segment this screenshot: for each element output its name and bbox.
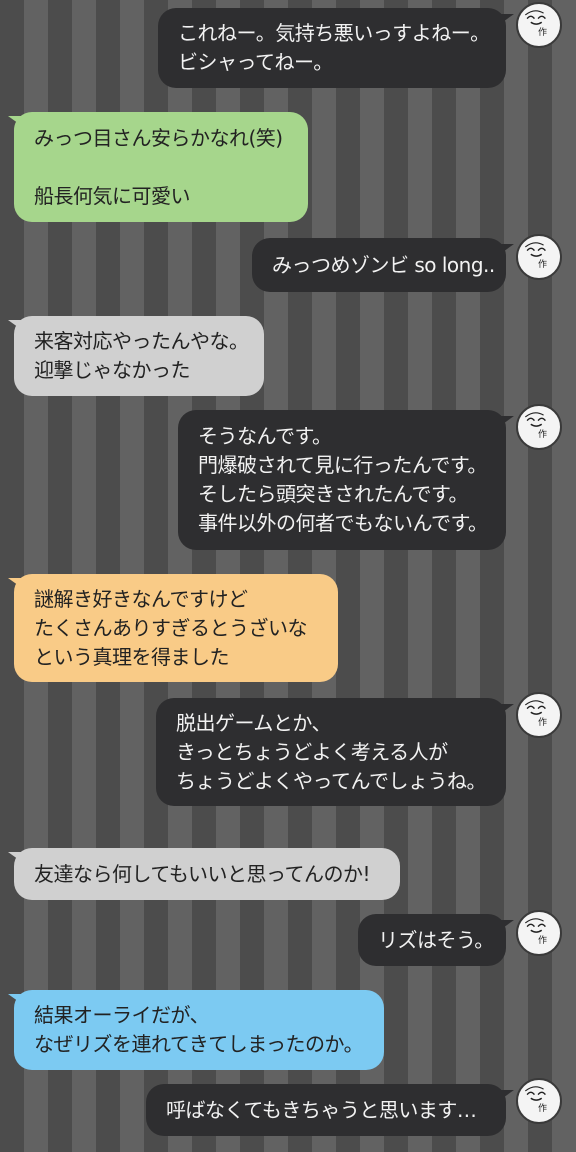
message-line: たくさんありすぎるとうざいな — [34, 615, 308, 640]
avatar[interactable]: 作 — [516, 1078, 562, 1124]
message-line: 門爆破されて見に行ったんです。 — [198, 453, 487, 477]
message-bubble: リズはそう。 — [358, 914, 514, 966]
message-line: ちょうどよくやってんでしょうね。 — [176, 768, 487, 793]
avatar-mark: 作 — [538, 28, 548, 38]
message-line: 迎撃じゃなかった — [34, 358, 191, 382]
message-line: 謎解き好きなんですけど — [34, 586, 248, 611]
message-line: 船長何気に可愛い — [34, 183, 191, 208]
message-line: 結果オーライだが、 — [34, 1003, 210, 1027]
message-line: という真理を得ました — [34, 644, 230, 669]
message-bubble: そうなんです。 門爆破されて見に行ったんです。 そしたら頭突きされたんです。 事… — [178, 410, 514, 550]
message-line — [34, 153, 288, 182]
message-line: そしたら頭突きされたんです。 — [198, 482, 469, 506]
message-bubble: 呼ばなくてもきちゃうと思います… — [146, 1084, 514, 1136]
message-bubble: 来客対応やったんやな。 迎撃じゃなかった — [8, 316, 264, 396]
message-line: 呼ばなくてもきちゃうと思います… — [166, 1097, 477, 1122]
message-line: リズはそう。 — [378, 927, 494, 952]
message-bubble: 友達なら何してもいいと思ってんのか! — [8, 848, 400, 900]
message-line: 事件以外の何者でもないんです。 — [198, 511, 488, 535]
message-line: これねー。気持ち悪いっすよねー。 — [178, 21, 490, 45]
message-line: みっつ目さん安らかなれ(笑) — [34, 125, 283, 150]
avatar[interactable]: 作 — [516, 2, 562, 48]
message-bubble: みっつ目さん安らかなれ(笑) 船長何気に可愛い — [8, 112, 308, 222]
message-line: きっとちょうどよく考える人が — [176, 739, 448, 764]
message-line: ビシャってねー。 — [178, 50, 333, 74]
message-line: 脱出ゲームとか、 — [176, 710, 332, 735]
message-bubble: 脱出ゲームとか、 きっとちょうどよく考える人が ちょうどよくやってんでしょうね。 — [156, 698, 514, 806]
smiling-face-avatar-icon — [524, 242, 546, 257]
message-line: そうなんです。 — [198, 424, 332, 448]
message-bubble: みっつめゾンビ so long.. — [252, 238, 514, 292]
smiling-face-avatar-icon — [524, 412, 546, 427]
avatar-mark: 作 — [538, 430, 548, 440]
avatar-mark: 作 — [538, 1104, 548, 1114]
message-line: 友達なら何してもいいと思ってんのか! — [34, 861, 371, 886]
message-bubble: 謎解き好きなんですけど たくさんありすぎるとうざいな という真理を得ました — [8, 574, 338, 682]
message-line: 来客対応やったんやな。 — [34, 329, 249, 353]
message-line: みっつめゾンビ so long.. — [272, 252, 495, 277]
avatar[interactable]: 作 — [516, 404, 562, 450]
avatar[interactable]: 作 — [516, 910, 562, 956]
avatar[interactable]: 作 — [516, 234, 562, 280]
chat-log: これねー。気持ち悪いっすよねー。 ビシャってねー。 作 みっつ目さん安らかなれ(… — [0, 0, 576, 1152]
message-bubble: これねー。気持ち悪いっすよねー。 ビシャってねー。 — [158, 8, 514, 88]
message-line: なぜリズを連れてきてしまったのか。 — [34, 1032, 364, 1056]
message-bubble: 結果オーライだが、 なぜリズを連れてきてしまったのか。 — [8, 990, 384, 1070]
smiling-face-avatar-icon — [524, 10, 546, 25]
avatar-mark: 作 — [538, 260, 548, 270]
avatar-mark: 作 — [538, 718, 548, 728]
avatar-mark: 作 — [538, 936, 548, 946]
avatar[interactable]: 作 — [516, 692, 562, 738]
smiling-face-avatar-icon — [524, 1086, 546, 1101]
smiling-face-avatar-icon — [524, 700, 546, 715]
smiling-face-avatar-icon — [524, 918, 546, 933]
